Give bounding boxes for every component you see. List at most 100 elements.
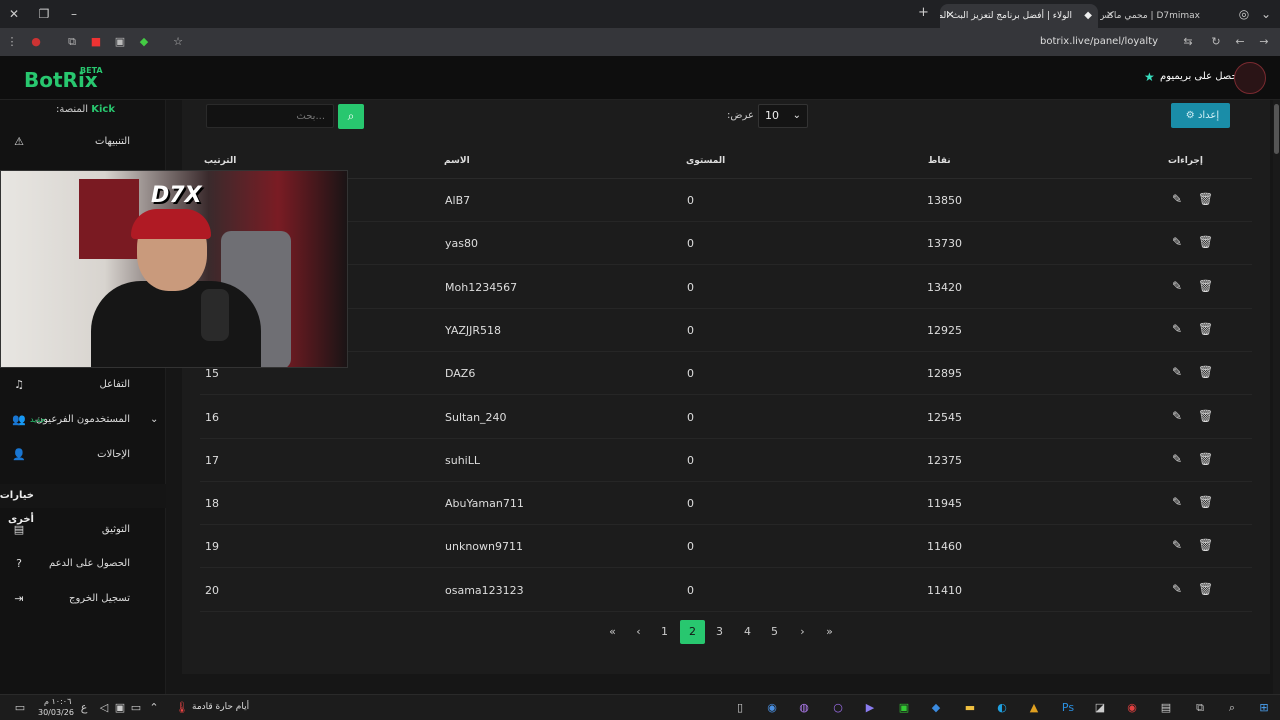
- forward-icon[interactable]: ←: [1232, 34, 1248, 50]
- minimize-window-icon[interactable]: –: [66, 6, 82, 22]
- tab-search-icon[interactable]: ⌄: [1258, 6, 1274, 22]
- music-icon: ♫: [14, 378, 24, 391]
- clock-time[interactable]: ١٠:٠٦ م: [44, 697, 71, 706]
- chevron-down-icon[interactable]: ⌄: [150, 406, 158, 434]
- kebab-menu-icon[interactable]: ⋮: [4, 34, 20, 50]
- adblock-icon[interactable]: ■: [88, 34, 104, 50]
- next-page-button[interactable]: ›: [790, 620, 815, 644]
- profile-icon[interactable]: ●: [28, 34, 44, 50]
- search-button[interactable]: ⌕: [338, 104, 364, 129]
- restore-window-icon[interactable]: ❐: [36, 6, 52, 22]
- delete-icon[interactable]: 🗑: [1198, 495, 1213, 509]
- name-header[interactable]: الاسم: [444, 156, 470, 166]
- last-page-button[interactable]: »: [817, 620, 842, 644]
- extension-icon[interactable]: ▣: [112, 34, 128, 50]
- first-page-button[interactable]: «: [600, 620, 625, 644]
- site-settings-icon[interactable]: ⇆: [1180, 34, 1196, 50]
- app-icon[interactable]: ○: [830, 700, 846, 716]
- edge-icon[interactable]: ◐: [994, 700, 1010, 716]
- edit-icon[interactable]: ✎: [1172, 322, 1182, 336]
- sidebar-item-subusers[interactable]: 👥 جديد المستخدمون الفرعيون ⌄: [0, 406, 166, 434]
- delete-icon[interactable]: 🗑: [1198, 235, 1213, 249]
- delete-icon[interactable]: 🗑: [1198, 365, 1213, 379]
- close-tab-icon[interactable]: ✕: [1106, 4, 1114, 28]
- start-icon[interactable]: ⊞: [1256, 700, 1272, 716]
- delete-icon[interactable]: 🗑: [1198, 279, 1213, 293]
- level-cell: 0: [687, 453, 694, 467]
- scrollbar-thumb[interactable]: [1274, 104, 1279, 154]
- chrome-icon[interactable]: ◉: [1124, 700, 1140, 716]
- edit-icon[interactable]: ✎: [1172, 192, 1182, 206]
- chevron-up-icon[interactable]: ⌃: [146, 700, 162, 716]
- volume-icon[interactable]: ◁: [96, 700, 112, 716]
- points-header[interactable]: نقاط: [928, 156, 951, 166]
- new-tab-icon[interactable]: +: [918, 5, 929, 20]
- page-size-select[interactable]: 10 ⌄: [758, 104, 808, 128]
- delete-icon[interactable]: 🗑: [1198, 538, 1213, 552]
- sidebar-item-referrals[interactable]: 👤 الإحالات: [0, 441, 166, 469]
- bookmark-star-icon[interactable]: ☆: [170, 34, 186, 50]
- page-1-button[interactable]: 1: [652, 620, 677, 644]
- edit-icon[interactable]: ✎: [1172, 495, 1182, 509]
- prev-page-button[interactable]: ‹: [626, 620, 651, 644]
- edit-icon[interactable]: ✎: [1172, 452, 1182, 466]
- search-input[interactable]: [206, 104, 334, 128]
- app-icon[interactable]: ◆: [928, 700, 944, 716]
- edit-icon[interactable]: ✎: [1172, 235, 1182, 249]
- clock-date[interactable]: 30/03/26: [38, 708, 74, 717]
- level-header[interactable]: المستوى: [686, 156, 725, 166]
- edit-icon[interactable]: ✎: [1172, 279, 1182, 293]
- edit-icon[interactable]: ✎: [1172, 409, 1182, 423]
- sidebar-item-interaction[interactable]: ♫ التفاعل: [0, 371, 166, 399]
- page-3-button[interactable]: 3: [707, 620, 732, 644]
- close-tab-icon[interactable]: ✕: [946, 4, 954, 28]
- sidebar-item-docs[interactable]: ▤ التوثيق: [0, 516, 166, 544]
- delete-icon[interactable]: 🗑: [1198, 322, 1213, 336]
- delete-icon[interactable]: 🗑: [1198, 582, 1213, 596]
- back-icon[interactable]: →: [1256, 34, 1272, 50]
- edit-icon[interactable]: ✎: [1172, 365, 1182, 379]
- extensions-icon[interactable]: ⧉: [64, 34, 80, 50]
- setup-button[interactable]: إعداد ⚙: [1171, 103, 1230, 128]
- close-window-icon[interactable]: ✕: [6, 6, 22, 22]
- video-icon[interactable]: ▶: [862, 700, 878, 716]
- rank-header[interactable]: الترتيب: [204, 156, 236, 166]
- new-badge: جديد: [30, 415, 46, 424]
- battery-icon[interactable]: ▭: [128, 700, 144, 716]
- sidebar-item-support[interactable]: ? الحصول على الدعم: [0, 550, 166, 578]
- app-icon[interactable]: ◉: [764, 700, 780, 716]
- discord-icon[interactable]: ◍: [796, 700, 812, 716]
- app-icon[interactable]: ▤: [1158, 700, 1174, 716]
- folder-icon[interactable]: ▬: [962, 700, 978, 716]
- edit-icon[interactable]: ✎: [1172, 538, 1182, 552]
- search-icon[interactable]: ⌕: [1224, 700, 1240, 716]
- notification-icon[interactable]: ▭: [12, 700, 28, 716]
- get-premium-link[interactable]: احصل على بريميوم: [1160, 71, 1240, 82]
- network-icon[interactable]: ▣: [112, 700, 128, 716]
- weather-widget[interactable]: أيام حارة قادمة: [192, 702, 249, 712]
- extension-green-icon[interactable]: ◆: [136, 34, 152, 50]
- page-5-button[interactable]: 5: [762, 620, 787, 644]
- xbox-icon[interactable]: ▣: [896, 700, 912, 716]
- page-scrollbar[interactable]: [1273, 100, 1280, 694]
- address-bar[interactable]: botrix.live/panel/loyalty: [1040, 36, 1158, 47]
- tab-loyalty[interactable]: ✕ الولاء | أفضل برنامج لتعزيز البث المبا…: [940, 4, 1098, 28]
- sidebar-item-logout[interactable]: ⇥ تسجيل الخروج: [0, 585, 166, 613]
- delete-icon[interactable]: 🗑: [1198, 452, 1213, 466]
- photoshop-icon[interactable]: Ps: [1060, 700, 1076, 716]
- delete-icon[interactable]: 🗑: [1198, 409, 1213, 423]
- page-2-button[interactable]: 2: [680, 620, 705, 644]
- page-4-button[interactable]: 4: [735, 620, 760, 644]
- language-icon[interactable]: ع: [76, 700, 92, 716]
- browser-menu-icon[interactable]: ◎: [1236, 6, 1252, 22]
- task-view-icon[interactable]: ⧉: [1192, 700, 1208, 716]
- tab-channel[interactable]: ✕ D7mimax | محمي ماكس: [1100, 4, 1226, 28]
- reload-icon[interactable]: ↻: [1208, 34, 1224, 50]
- avatar[interactable]: [1234, 62, 1266, 94]
- file-icon[interactable]: ▯: [732, 700, 748, 716]
- app-icon[interactable]: ▲: [1026, 700, 1042, 716]
- delete-icon[interactable]: 🗑: [1198, 192, 1213, 206]
- app-icon[interactable]: ◪: [1092, 700, 1108, 716]
- edit-icon[interactable]: ✎: [1172, 582, 1182, 596]
- sidebar-item-alerts[interactable]: ⚠ التنبيهات: [0, 128, 166, 156]
